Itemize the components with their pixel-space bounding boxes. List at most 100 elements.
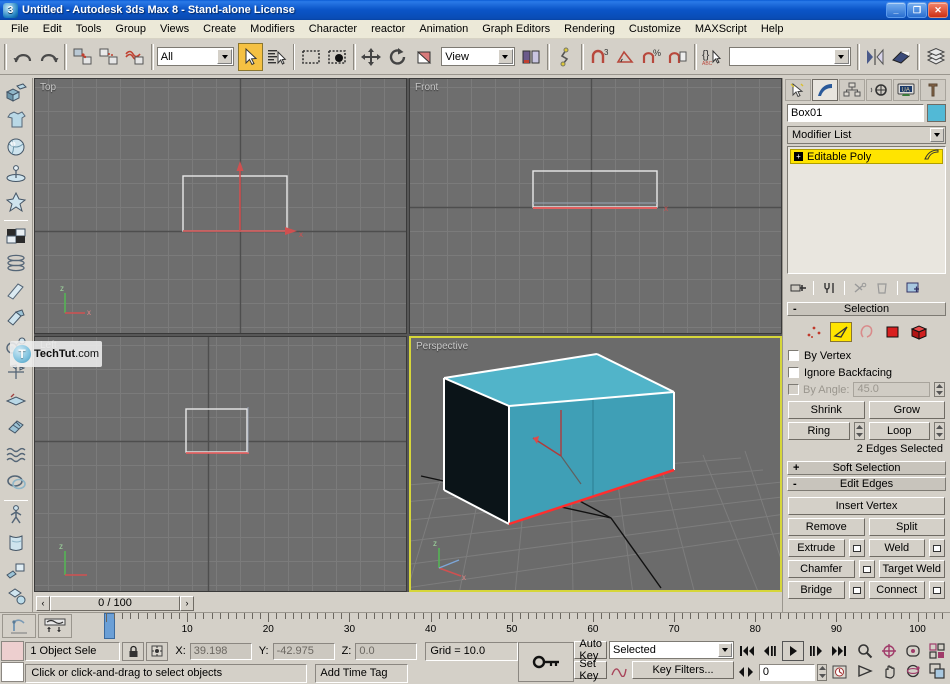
key-filter-combo[interactable]: Selected <box>609 641 734 659</box>
unlink-selection-button[interactable] <box>96 43 121 71</box>
next-frame-button[interactable]: › <box>180 595 194 611</box>
weld-button[interactable]: Weld <box>868 539 925 557</box>
set-key-curve-icon[interactable] <box>609 661 629 679</box>
mini-curve-editor-button[interactable] <box>38 614 72 638</box>
chamfer-button[interactable]: Chamfer <box>788 560 855 578</box>
y-coordinate-field[interactable]: -42.975 <box>272 642 335 660</box>
target-weld-button[interactable]: Target Weld <box>878 560 945 578</box>
named-selection-sets-button[interactable]: {} ABC <box>700 43 725 71</box>
bridge-settings-button[interactable] <box>848 581 865 599</box>
key-filters-button[interactable]: Key Filters... <box>632 661 734 679</box>
select-and-scale-button[interactable] <box>411 43 436 71</box>
maximize-viewport-toggle-button[interactable] <box>925 661 948 681</box>
current-frame-display[interactable]: 0 / 100 <box>50 595 180 611</box>
select-and-rotate-button[interactable] <box>385 43 410 71</box>
border-sublevel-button[interactable] <box>856 322 878 342</box>
menu-item-views[interactable]: Views <box>153 21 196 37</box>
menu-item-character[interactable]: Character <box>302 21 364 37</box>
reference-coordinate-combo[interactable]: View <box>441 47 515 66</box>
by-angle-field[interactable]: 45.0 <box>853 382 930 397</box>
key-mode-toggle-button[interactable] <box>736 662 757 682</box>
by-angle-spinner[interactable] <box>934 382 945 397</box>
play-animation-button[interactable] <box>782 641 804 661</box>
listener-output-line[interactable] <box>1 641 25 661</box>
configure-modifier-sets-button[interactable] <box>903 279 923 297</box>
time-configuration-button[interactable] <box>829 662 850 682</box>
restore-button[interactable]: ❐ <box>907 2 927 18</box>
x-coordinate-field[interactable]: 39.198 <box>189 642 252 660</box>
pan-button[interactable] <box>877 661 900 681</box>
remove-button[interactable]: Remove <box>788 518 865 536</box>
chevron-down-icon[interactable] <box>718 643 732 657</box>
chevron-down-icon[interactable] <box>497 49 513 64</box>
menu-item-create[interactable]: Create <box>196 21 243 37</box>
auto-key-button[interactable]: Auto Key <box>574 638 607 662</box>
add-time-tag-button[interactable]: Add Time Tag <box>315 663 409 683</box>
ring-button[interactable]: Ring <box>788 422 850 440</box>
use-center-button[interactable] <box>519 43 544 71</box>
chevron-down-icon[interactable] <box>930 128 944 142</box>
menu-item-group[interactable]: Group <box>108 21 153 37</box>
bind-to-space-warp-button[interactable] <box>123 43 148 71</box>
soft-body-button[interactable] <box>2 163 30 189</box>
close-button[interactable]: ✕ <box>928 2 948 18</box>
select-object-button[interactable] <box>238 42 264 71</box>
ik-manipulate-button[interactable] <box>553 43 578 71</box>
layer-manager-button[interactable] <box>923 43 948 71</box>
by-angle-row[interactable]: By Angle: 45.0 <box>788 381 945 398</box>
zoom-button[interactable] <box>853 641 876 661</box>
menu-item-file[interactable]: File <box>4 21 36 37</box>
track-view-button[interactable] <box>2 614 36 638</box>
modifier-stack-item[interactable]: + Editable Poly <box>790 149 943 164</box>
select-by-name-button[interactable] <box>264 43 289 71</box>
loop-button[interactable]: Loop <box>868 422 930 440</box>
display-tab[interactable]: UA <box>893 79 919 101</box>
z-coordinate-field[interactable]: 0.0 <box>355 642 418 660</box>
ignore-backfacing-row[interactable]: Ignore Backfacing <box>788 364 945 381</box>
edge-sublevel-button[interactable] <box>829 322 852 342</box>
vertex-sublevel-button[interactable] <box>804 322 826 342</box>
element-sublevel-button[interactable] <box>908 322 930 342</box>
snaps-toggle-button[interactable]: 3 <box>587 43 612 71</box>
menu-item-customize[interactable]: Customize <box>622 21 688 37</box>
object-color-swatch[interactable] <box>927 104 946 122</box>
menu-item-animation[interactable]: Animation <box>412 21 475 37</box>
selection-filter-combo[interactable]: All <box>156 47 235 66</box>
zoom-all-button[interactable] <box>877 641 900 661</box>
extrude-settings-button[interactable] <box>848 539 865 557</box>
fracture-button[interactable] <box>2 443 30 469</box>
menu-item-tools[interactable]: Tools <box>69 21 109 37</box>
zoom-extents-all-button[interactable] <box>925 641 948 661</box>
chevron-down-icon[interactable] <box>217 49 233 64</box>
menu-item-edit[interactable]: Edit <box>36 21 69 37</box>
go-to-start-button[interactable] <box>736 641 758 661</box>
named-selection-combo[interactable] <box>728 47 851 66</box>
edit-edges-rollout-header[interactable]: - Edit Edges <box>787 477 946 491</box>
utilities-tab[interactable] <box>920 79 946 101</box>
track-bar-ruler[interactable]: 10 20 30 40 50 60 70 80 90 100 <box>106 613 950 639</box>
window-crossing-button[interactable] <box>325 43 350 71</box>
motion-tab[interactable] <box>866 79 892 101</box>
plane-helper-button[interactable] <box>2 388 30 414</box>
ragdoll-button[interactable] <box>2 191 30 217</box>
grow-button[interactable]: Grow <box>868 401 945 419</box>
field-of-view-button[interactable] <box>853 661 876 681</box>
percent-snap-toggle-button[interactable]: % <box>639 43 664 71</box>
modifier-stack[interactable]: + Editable Poly <box>787 146 946 274</box>
time-slider[interactable]: ‹ 0 / 100 › <box>34 594 782 612</box>
constraint-solver-button[interactable] <box>2 224 30 250</box>
create-tab[interactable] <box>785 79 811 101</box>
make-unique-button[interactable] <box>850 279 870 297</box>
box-object-button[interactable] <box>2 81 30 107</box>
menu-item-reactor[interactable]: reactor <box>364 21 412 37</box>
undo-button[interactable] <box>10 43 35 71</box>
menu-item-graph-editors[interactable]: Graph Editors <box>475 21 557 37</box>
maxscript-mini-listener[interactable] <box>0 640 25 684</box>
remove-modifier-button[interactable] <box>872 279 892 297</box>
minimize-button[interactable]: _ <box>886 2 906 18</box>
key-mode-toggle-button[interactable] <box>518 642 575 682</box>
arc-rotate-button[interactable] <box>901 661 924 681</box>
select-and-link-button[interactable] <box>70 43 95 71</box>
rope-button[interactable] <box>2 504 30 530</box>
current-frame-input[interactable]: 0 <box>758 663 816 681</box>
